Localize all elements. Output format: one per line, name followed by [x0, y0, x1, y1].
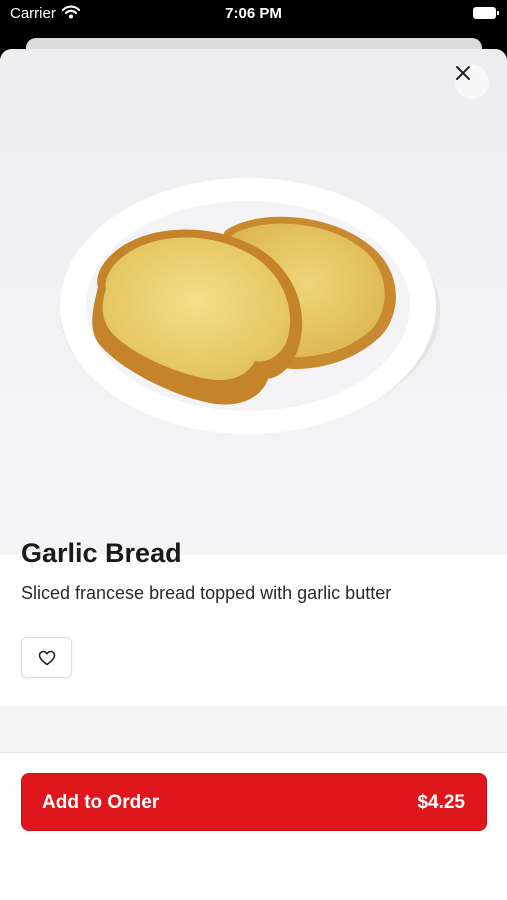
item-title: Garlic Bread — [21, 538, 182, 568]
close-button[interactable] — [455, 65, 489, 99]
garlic-bread-image — [60, 178, 440, 434]
close-icon — [456, 66, 470, 80]
add-to-order-button[interactable]: Add to Order $4.25 — [21, 773, 487, 831]
heart-icon — [38, 650, 55, 665]
status-bar: Carrier 7:06 PM — [0, 0, 507, 30]
order-price: $4.25 — [417, 792, 465, 813]
status-time: 7:06 PM — [225, 5, 282, 22]
section-divider — [0, 706, 507, 753]
favorite-button[interactable] — [21, 637, 72, 678]
item-description: Sliced francese bread topped with garlic… — [21, 583, 392, 603]
item-photo — [0, 49, 507, 555]
add-to-order-label: Add to Order — [42, 792, 160, 813]
battery-icon — [473, 7, 499, 19]
